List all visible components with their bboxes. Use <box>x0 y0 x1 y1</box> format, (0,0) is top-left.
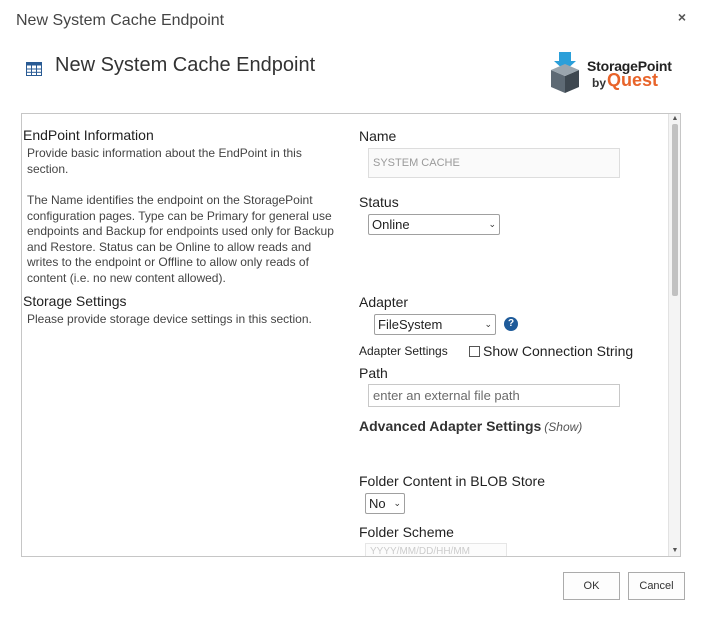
ok-button[interactable]: OK <box>563 572 620 600</box>
dialog-title: New System Cache Endpoint <box>16 12 225 29</box>
endpoint-info-detail: The Name identifies the endpoint on the … <box>27 193 334 285</box>
storage-settings-desc: Please provide storage device settings i… <box>27 312 312 326</box>
path-label: Path <box>359 365 388 381</box>
page-title: New System Cache Endpoint <box>55 54 316 76</box>
storagepoint-box-icon <box>551 52 579 93</box>
chevron-down-icon: ⌄ <box>393 498 401 508</box>
path-input[interactable] <box>368 384 620 407</box>
adapter-label: Adapter <box>359 294 409 310</box>
settings-panel: EndPoint Information Provide basic infor… <box>21 113 681 557</box>
advanced-adapter-settings: Advanced Adapter Settings (Show) <box>359 418 582 434</box>
folder-blob-label: Folder Content in BLOB Store <box>359 473 545 489</box>
close-icon[interactable]: × <box>673 8 691 26</box>
help-icon[interactable]: ? <box>504 317 518 331</box>
adapter-select-value: FileSystem <box>378 317 443 332</box>
chevron-down-icon: ⌄ <box>488 219 496 229</box>
scroll-up-icon[interactable]: ▲ <box>671 115 679 123</box>
storage-settings-heading: Storage Settings <box>23 293 127 309</box>
advanced-adapter-settings-label: Advanced Adapter Settings <box>359 418 542 434</box>
show-connection-string[interactable]: Show Connection String <box>469 343 633 359</box>
status-label: Status <box>359 194 399 210</box>
storagepoint-logo: StoragePoint by Quest <box>548 52 673 96</box>
folder-blob-select[interactable]: No ⌄ <box>365 493 405 514</box>
cancel-button[interactable]: Cancel <box>628 572 685 600</box>
scroll-thumb[interactable] <box>672 124 678 296</box>
scroll-down-icon[interactable]: ▼ <box>671 547 679 555</box>
adapter-settings-label: Adapter Settings <box>359 344 448 358</box>
chevron-down-icon: ⌄ <box>484 319 492 329</box>
show-connection-string-checkbox[interactable] <box>469 345 480 357</box>
advanced-show-link[interactable]: (Show) <box>544 420 582 434</box>
folder-scheme-label: Folder Scheme <box>359 524 454 540</box>
endpoint-info-desc: Provide basic information about the EndP… <box>27 146 302 176</box>
folder-blob-select-value: No <box>369 496 386 511</box>
page-header: New System Cache Endpoint <box>26 54 315 77</box>
status-select[interactable]: Online ⌄ <box>368 214 500 235</box>
vertical-scrollbar[interactable]: ▲ ▼ <box>668 114 680 556</box>
adapter-select[interactable]: FileSystem ⌄ <box>374 314 496 335</box>
status-select-value: Online <box>372 217 410 232</box>
list-grid-icon <box>26 61 42 76</box>
name-label: Name <box>359 128 397 144</box>
folder-scheme-field[interactable]: YYYY/MM/DD/HH/MM <box>365 543 507 556</box>
endpoint-info-heading: EndPoint Information <box>23 127 154 143</box>
name-field[interactable] <box>368 148 620 178</box>
show-connection-string-label: Show Connection String <box>483 343 634 359</box>
logo-by-text: by <box>592 76 607 90</box>
logo-quest-text: Quest <box>607 70 659 90</box>
